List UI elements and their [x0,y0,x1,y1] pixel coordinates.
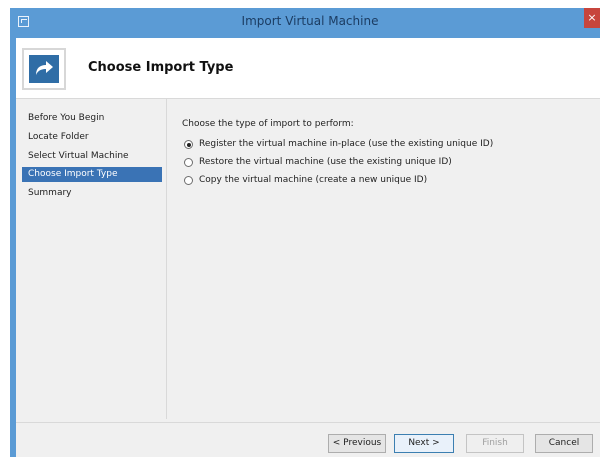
page-title: Choose Import Type [88,60,234,75]
wizard-content: Choose the type of import to perform: Re… [174,99,594,419]
sidebar-item-summary[interactable]: Summary [22,186,162,201]
option-label: Copy the virtual machine (create a new u… [199,175,428,185]
previous-button[interactable]: < Previous [328,434,386,453]
option-label: Restore the virtual machine (use the exi… [199,157,452,167]
import-type-prompt: Choose the type of import to perform: [182,119,354,129]
window-title: Import Virtual Machine [241,14,379,28]
radio-button[interactable] [184,176,193,185]
sidebar-item-select-virtual-machine[interactable]: Select Virtual Machine [22,149,162,164]
wizard-steps-sidebar: Before You Begin Locate Folder Select Vi… [16,99,167,419]
cancel-button[interactable]: Cancel [535,434,593,453]
sidebar-item-choose-import-type[interactable]: Choose Import Type [22,167,162,182]
footer-divider [16,422,600,423]
radio-button-selected[interactable] [184,140,193,149]
radio-button[interactable] [184,158,193,167]
wizard-header: Choose Import Type [16,38,600,99]
import-vm-window: Import Virtual Machine × Choose Import T… [10,8,600,457]
sidebar-item-locate-folder[interactable]: Locate Folder [22,130,162,145]
next-button[interactable]: Next > [394,434,454,453]
arrow-right-curved-icon [29,55,59,83]
wizard-client-area: Choose Import Type Before You Begin Loca… [16,38,600,457]
header-icon-frame [22,48,66,90]
sidebar-item-before-you-begin[interactable]: Before You Begin [22,111,162,126]
close-button[interactable]: × [584,8,600,28]
title-bar[interactable]: Import Virtual Machine × [10,8,600,35]
finish-button[interactable]: Finish [466,434,524,453]
option-label: Register the virtual machine in-place (u… [199,139,494,149]
